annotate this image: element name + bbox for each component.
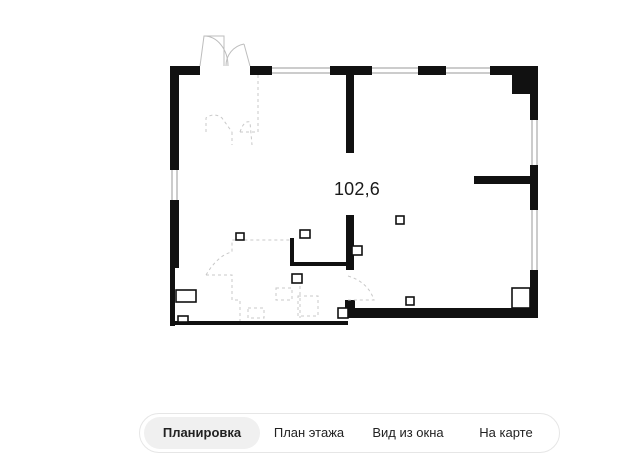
room-area-label: 102,6 [333,179,381,199]
interior-walls [290,75,530,270]
tab-map[interactable]: На карте [458,417,554,449]
tab-layout[interactable]: Планировка [144,417,260,449]
view-tabs: Планировка План этажа Вид из окна На кар… [139,413,560,453]
tab-window-view[interactable]: Вид из окна [358,417,458,449]
tab-window-view-label: Вид из окна [372,425,444,440]
floor-plan-view: 102,6 [0,0,640,400]
windows [171,67,538,270]
tab-floor-plan-label: План этажа [273,425,345,440]
tab-layout-label: Планировка [162,425,242,440]
floor-plan-drawing [170,35,538,326]
entrance-door [199,35,251,67]
tab-floor-plan[interactable]: План этажа [260,417,358,449]
tab-map-label: На карте [479,425,533,440]
